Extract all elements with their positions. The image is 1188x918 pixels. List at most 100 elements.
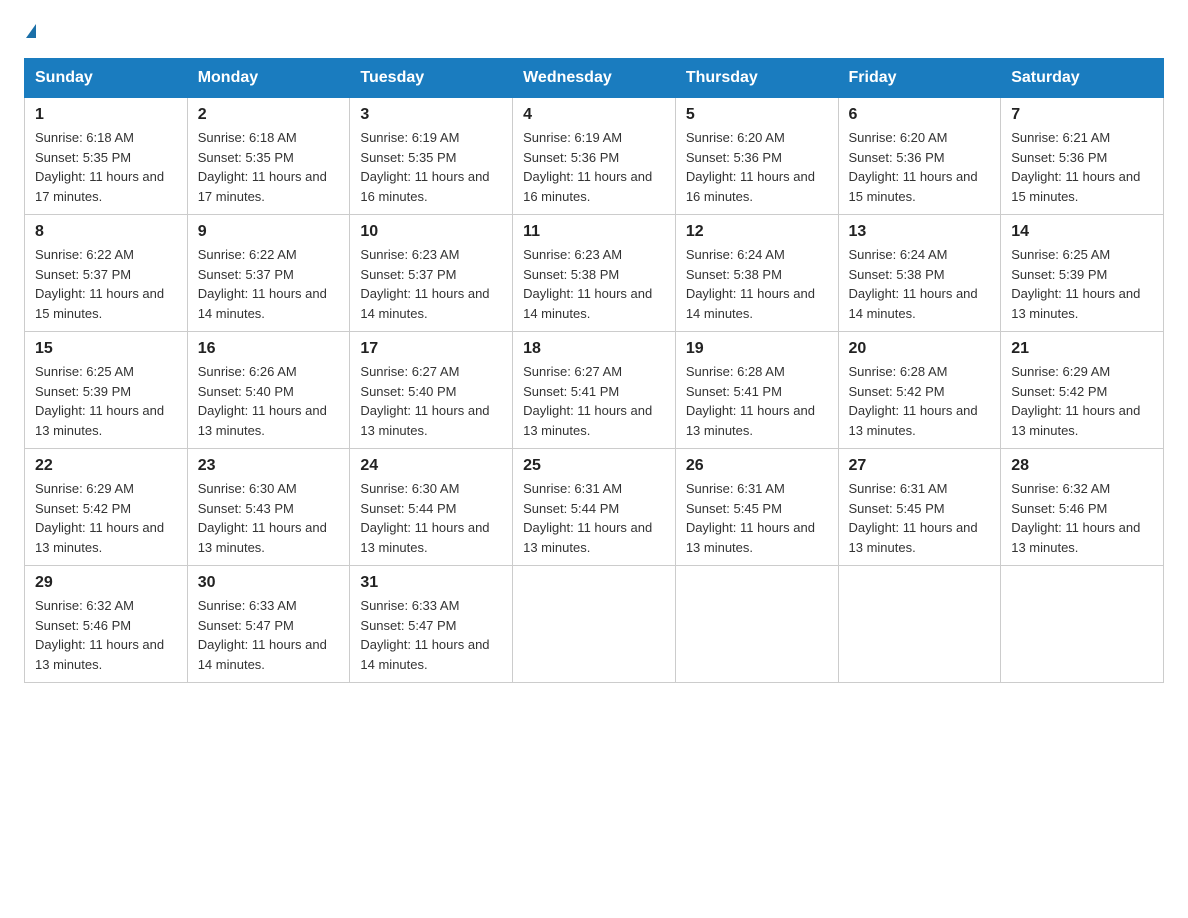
calendar-cell: 15 Sunrise: 6:25 AMSunset: 5:39 PMDaylig… xyxy=(25,332,188,449)
calendar-cell: 31 Sunrise: 6:33 AMSunset: 5:47 PMDaylig… xyxy=(350,566,513,683)
calendar-cell: 1 Sunrise: 6:18 AMSunset: 5:35 PMDayligh… xyxy=(25,98,188,215)
day-number: 6 xyxy=(849,106,991,124)
calendar-cell: 14 Sunrise: 6:25 AMSunset: 5:39 PMDaylig… xyxy=(1001,215,1164,332)
calendar-cell: 6 Sunrise: 6:20 AMSunset: 5:36 PMDayligh… xyxy=(838,98,1001,215)
day-number: 19 xyxy=(686,340,828,358)
calendar-cell: 30 Sunrise: 6:33 AMSunset: 5:47 PMDaylig… xyxy=(187,566,350,683)
calendar-cell: 21 Sunrise: 6:29 AMSunset: 5:42 PMDaylig… xyxy=(1001,332,1164,449)
day-info: Sunrise: 6:33 AMSunset: 5:47 PMDaylight:… xyxy=(198,598,327,672)
day-number: 29 xyxy=(35,574,177,592)
calendar-cell: 27 Sunrise: 6:31 AMSunset: 5:45 PMDaylig… xyxy=(838,449,1001,566)
day-info: Sunrise: 6:24 AMSunset: 5:38 PMDaylight:… xyxy=(686,247,815,321)
day-info: Sunrise: 6:25 AMSunset: 5:39 PMDaylight:… xyxy=(1011,247,1140,321)
day-info: Sunrise: 6:32 AMSunset: 5:46 PMDaylight:… xyxy=(35,598,164,672)
calendar-cell: 24 Sunrise: 6:30 AMSunset: 5:44 PMDaylig… xyxy=(350,449,513,566)
day-info: Sunrise: 6:27 AMSunset: 5:40 PMDaylight:… xyxy=(360,364,489,438)
day-info: Sunrise: 6:28 AMSunset: 5:41 PMDaylight:… xyxy=(686,364,815,438)
day-number: 9 xyxy=(198,223,340,241)
week-row-4: 22 Sunrise: 6:29 AMSunset: 5:42 PMDaylig… xyxy=(25,449,1164,566)
day-info: Sunrise: 6:31 AMSunset: 5:45 PMDaylight:… xyxy=(686,481,815,555)
day-number: 3 xyxy=(360,106,502,124)
col-header-saturday: Saturday xyxy=(1001,59,1164,98)
day-number: 20 xyxy=(849,340,991,358)
col-header-monday: Monday xyxy=(187,59,350,98)
day-info: Sunrise: 6:20 AMSunset: 5:36 PMDaylight:… xyxy=(686,130,815,204)
day-number: 10 xyxy=(360,223,502,241)
day-number: 17 xyxy=(360,340,502,358)
calendar-cell xyxy=(838,566,1001,683)
day-number: 25 xyxy=(523,457,665,475)
day-number: 12 xyxy=(686,223,828,241)
calendar-cell xyxy=(513,566,676,683)
week-row-1: 1 Sunrise: 6:18 AMSunset: 5:35 PMDayligh… xyxy=(25,98,1164,215)
day-info: Sunrise: 6:30 AMSunset: 5:44 PMDaylight:… xyxy=(360,481,489,555)
day-info: Sunrise: 6:28 AMSunset: 5:42 PMDaylight:… xyxy=(849,364,978,438)
day-number: 22 xyxy=(35,457,177,475)
calendar-cell: 22 Sunrise: 6:29 AMSunset: 5:42 PMDaylig… xyxy=(25,449,188,566)
calendar-cell: 12 Sunrise: 6:24 AMSunset: 5:38 PMDaylig… xyxy=(675,215,838,332)
calendar-cell xyxy=(675,566,838,683)
day-number: 24 xyxy=(360,457,502,475)
calendar-cell: 28 Sunrise: 6:32 AMSunset: 5:46 PMDaylig… xyxy=(1001,449,1164,566)
calendar-cell: 2 Sunrise: 6:18 AMSunset: 5:35 PMDayligh… xyxy=(187,98,350,215)
col-header-thursday: Thursday xyxy=(675,59,838,98)
day-info: Sunrise: 6:33 AMSunset: 5:47 PMDaylight:… xyxy=(360,598,489,672)
calendar-cell: 4 Sunrise: 6:19 AMSunset: 5:36 PMDayligh… xyxy=(513,98,676,215)
col-header-friday: Friday xyxy=(838,59,1001,98)
day-info: Sunrise: 6:29 AMSunset: 5:42 PMDaylight:… xyxy=(1011,364,1140,438)
calendar-cell: 23 Sunrise: 6:30 AMSunset: 5:43 PMDaylig… xyxy=(187,449,350,566)
week-row-3: 15 Sunrise: 6:25 AMSunset: 5:39 PMDaylig… xyxy=(25,332,1164,449)
week-row-5: 29 Sunrise: 6:32 AMSunset: 5:46 PMDaylig… xyxy=(25,566,1164,683)
calendar-cell: 17 Sunrise: 6:27 AMSunset: 5:40 PMDaylig… xyxy=(350,332,513,449)
day-number: 11 xyxy=(523,223,665,241)
day-number: 2 xyxy=(198,106,340,124)
day-info: Sunrise: 6:22 AMSunset: 5:37 PMDaylight:… xyxy=(198,247,327,321)
calendar-cell: 10 Sunrise: 6:23 AMSunset: 5:37 PMDaylig… xyxy=(350,215,513,332)
day-number: 13 xyxy=(849,223,991,241)
day-number: 21 xyxy=(1011,340,1153,358)
day-info: Sunrise: 6:23 AMSunset: 5:38 PMDaylight:… xyxy=(523,247,652,321)
col-header-sunday: Sunday xyxy=(25,59,188,98)
day-info: Sunrise: 6:32 AMSunset: 5:46 PMDaylight:… xyxy=(1011,481,1140,555)
day-info: Sunrise: 6:19 AMSunset: 5:36 PMDaylight:… xyxy=(523,130,652,204)
day-number: 30 xyxy=(198,574,340,592)
day-number: 18 xyxy=(523,340,665,358)
day-number: 15 xyxy=(35,340,177,358)
logo xyxy=(24,24,36,38)
col-header-wednesday: Wednesday xyxy=(513,59,676,98)
calendar-cell: 8 Sunrise: 6:22 AMSunset: 5:37 PMDayligh… xyxy=(25,215,188,332)
day-info: Sunrise: 6:23 AMSunset: 5:37 PMDaylight:… xyxy=(360,247,489,321)
day-number: 26 xyxy=(686,457,828,475)
calendar-cell: 26 Sunrise: 6:31 AMSunset: 5:45 PMDaylig… xyxy=(675,449,838,566)
day-number: 8 xyxy=(35,223,177,241)
calendar-cell: 13 Sunrise: 6:24 AMSunset: 5:38 PMDaylig… xyxy=(838,215,1001,332)
calendar-cell: 9 Sunrise: 6:22 AMSunset: 5:37 PMDayligh… xyxy=(187,215,350,332)
page-header xyxy=(24,24,1164,38)
logo-triangle-icon xyxy=(26,24,36,38)
day-number: 27 xyxy=(849,457,991,475)
day-info: Sunrise: 6:27 AMSunset: 5:41 PMDaylight:… xyxy=(523,364,652,438)
day-number: 4 xyxy=(523,106,665,124)
day-number: 5 xyxy=(686,106,828,124)
calendar-cell: 18 Sunrise: 6:27 AMSunset: 5:41 PMDaylig… xyxy=(513,332,676,449)
day-info: Sunrise: 6:21 AMSunset: 5:36 PMDaylight:… xyxy=(1011,130,1140,204)
calendar-cell: 16 Sunrise: 6:26 AMSunset: 5:40 PMDaylig… xyxy=(187,332,350,449)
day-info: Sunrise: 6:19 AMSunset: 5:35 PMDaylight:… xyxy=(360,130,489,204)
day-info: Sunrise: 6:30 AMSunset: 5:43 PMDaylight:… xyxy=(198,481,327,555)
header-row: SundayMondayTuesdayWednesdayThursdayFrid… xyxy=(25,59,1164,98)
calendar-cell: 11 Sunrise: 6:23 AMSunset: 5:38 PMDaylig… xyxy=(513,215,676,332)
day-number: 7 xyxy=(1011,106,1153,124)
day-number: 28 xyxy=(1011,457,1153,475)
day-info: Sunrise: 6:22 AMSunset: 5:37 PMDaylight:… xyxy=(35,247,164,321)
day-info: Sunrise: 6:26 AMSunset: 5:40 PMDaylight:… xyxy=(198,364,327,438)
day-info: Sunrise: 6:25 AMSunset: 5:39 PMDaylight:… xyxy=(35,364,164,438)
calendar-cell: 3 Sunrise: 6:19 AMSunset: 5:35 PMDayligh… xyxy=(350,98,513,215)
day-info: Sunrise: 6:24 AMSunset: 5:38 PMDaylight:… xyxy=(849,247,978,321)
calendar-cell: 19 Sunrise: 6:28 AMSunset: 5:41 PMDaylig… xyxy=(675,332,838,449)
day-number: 1 xyxy=(35,106,177,124)
day-number: 23 xyxy=(198,457,340,475)
calendar-cell: 20 Sunrise: 6:28 AMSunset: 5:42 PMDaylig… xyxy=(838,332,1001,449)
calendar-table: SundayMondayTuesdayWednesdayThursdayFrid… xyxy=(24,58,1164,683)
day-info: Sunrise: 6:31 AMSunset: 5:45 PMDaylight:… xyxy=(849,481,978,555)
calendar-cell: 7 Sunrise: 6:21 AMSunset: 5:36 PMDayligh… xyxy=(1001,98,1164,215)
